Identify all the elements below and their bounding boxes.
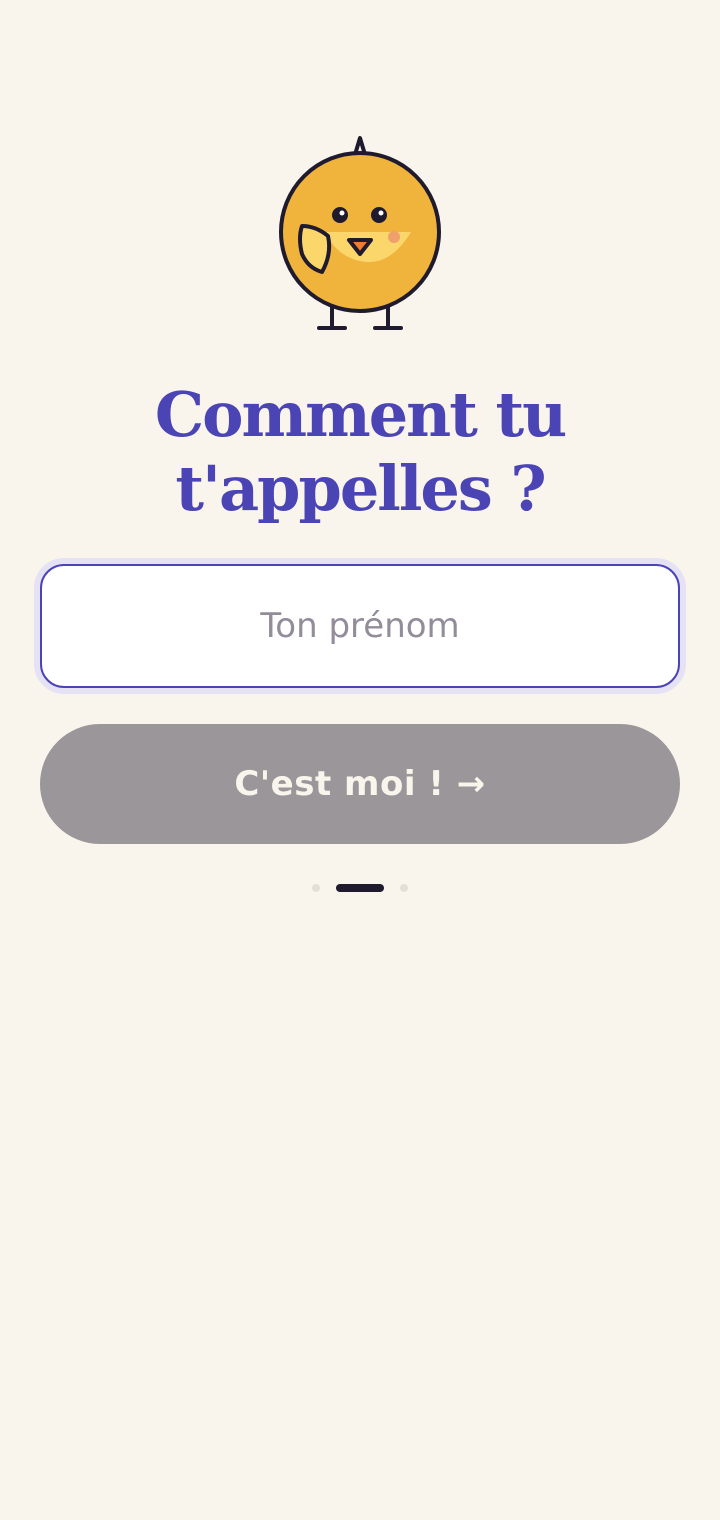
first-name-input[interactable] — [40, 564, 680, 688]
page-title-line-2: t'appelles ? — [175, 452, 546, 525]
page-title: Comment tu t'appelles ? — [0, 378, 720, 526]
step-indicator — [0, 883, 720, 893]
submit-button-label: C'est moi ! → — [234, 764, 486, 804]
page-title-line-1: Comment tu — [154, 378, 567, 451]
step-dot-3 — [400, 884, 408, 892]
step-dot-2-active — [336, 884, 384, 892]
submit-button[interactable]: C'est moi ! → — [40, 724, 680, 844]
step-dot-1 — [312, 884, 320, 892]
chick-mascot-icon — [279, 136, 441, 330]
